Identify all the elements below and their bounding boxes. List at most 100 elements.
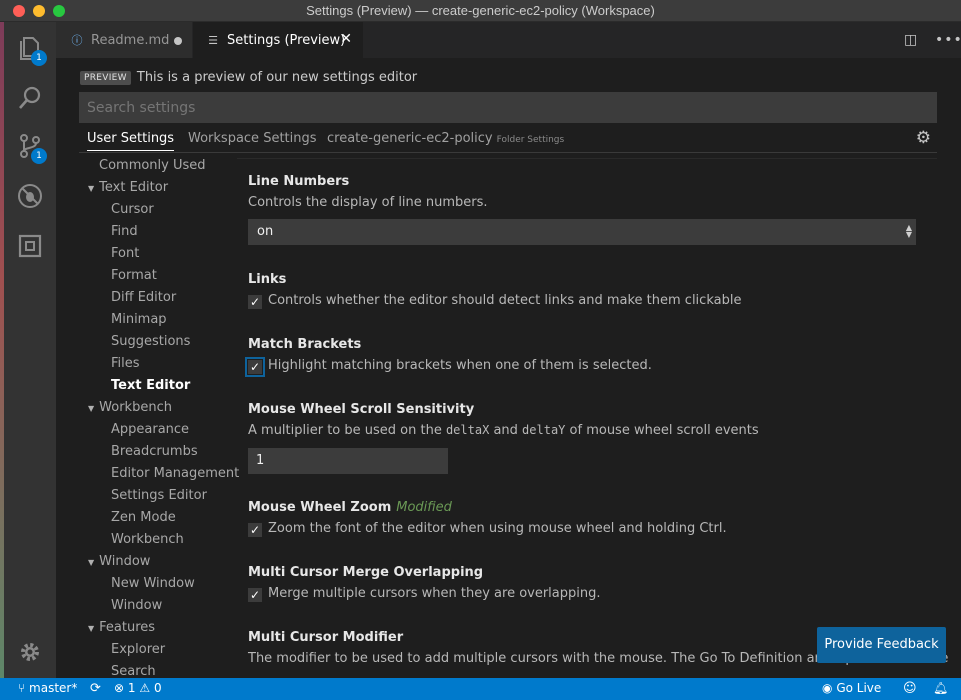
setting-description: Highlight matching brackets when one of … — [268, 358, 652, 373]
debug-button[interactable] — [4, 172, 56, 220]
tab-readme[interactable]: ⓘ Readme.md — [56, 22, 192, 58]
explorer-button[interactable]: 1 — [4, 24, 56, 72]
title-bar: Settings (Preview) — create-generic-ec2-… — [0, 0, 961, 22]
setting-title-text: Mouse Wheel Zoom — [248, 500, 392, 515]
preview-tag: PREVIEW — [80, 70, 131, 85]
toc-item[interactable]: Explorer — [111, 642, 165, 657]
toc-item[interactable]: Commonly Used — [99, 158, 206, 173]
folder-hint: Folder Settings — [496, 135, 565, 145]
settings-scope-tabs: User Settings Workspace Settings create-… — [79, 126, 937, 153]
close-icon[interactable]: ✕ — [340, 31, 352, 47]
source-control-badge: 1 — [31, 148, 47, 164]
toc-item[interactable]: Search — [111, 664, 156, 678]
toc-item[interactable]: ▼ Features — [88, 620, 155, 635]
setting-title: Mouse Wheel Scroll Sensitivity — [248, 402, 475, 417]
tab-folder-settings[interactable]: create-generic-ec2-policy Folder Settings — [327, 131, 564, 146]
setting-title: Multi Cursor Modifier — [248, 630, 404, 645]
toc-item[interactable]: ▼ Workbench — [88, 400, 172, 415]
toc-item[interactable]: Breadcrumbs — [111, 444, 198, 459]
toc-item[interactable]: Minimap — [111, 312, 167, 327]
toc-item-label: Commonly Used — [99, 158, 206, 173]
folder-name: create-generic-ec2-policy — [327, 131, 493, 146]
toc-item-label: Format — [111, 268, 157, 283]
settings-gear-icon[interactable]: ⚙ — [916, 128, 931, 148]
toc-item[interactable]: Diff Editor — [111, 290, 176, 305]
toc-item[interactable]: Font — [111, 246, 139, 261]
toc-item-label: New Window — [111, 576, 195, 591]
match-brackets-checkbox[interactable]: ✓ — [245, 357, 265, 377]
setting-title: Mouse Wheel Zoom Modified — [248, 500, 452, 515]
desc-part: and — [489, 423, 523, 438]
unsaved-dot-icon[interactable] — [174, 37, 182, 45]
setting-title: Line Numbers — [248, 174, 350, 189]
setting-checkbox-row: ✓ Controls whether the editor should dete… — [248, 293, 741, 309]
explorer-badge: 1 — [31, 50, 47, 66]
toc-item[interactable]: Text Editor — [111, 378, 190, 393]
toc-item[interactable]: Find — [111, 224, 138, 239]
chevron-down-icon: ▼ — [88, 558, 95, 567]
cursor-merge-checkbox[interactable]: ✓ — [248, 588, 262, 602]
extensions-icon — [18, 234, 42, 258]
broadcast-icon: ◉ — [822, 681, 833, 695]
setting-checkbox-row: ✓ Merge multiple cursors when they are ov… — [248, 586, 601, 602]
scroll-sensitivity-input[interactable]: 1 — [248, 448, 448, 474]
list-icon: ☰ — [208, 33, 218, 47]
setting-checkbox-row: ✓ Highlight matching brackets when one of… — [245, 357, 652, 377]
toc-item[interactable]: Workbench — [111, 532, 184, 547]
branch-status[interactable]: ⑂ master* — [18, 681, 77, 695]
toc-item[interactable]: Settings Editor — [111, 488, 207, 503]
toc-item[interactable]: Suggestions — [111, 334, 190, 349]
status-bar: ⑂ master* ⟳ ⊗ 1 ⚠ 0 ◉ Go Live ☺ 🔔︎ — [0, 678, 961, 700]
toc-item[interactable]: Cursor — [111, 202, 154, 217]
toc-item-label: Window — [99, 554, 151, 569]
setting-description: Merge multiple cursors when they are ove… — [268, 586, 601, 601]
settings-search-input[interactable] — [79, 92, 937, 123]
gear-icon — [21, 643, 39, 661]
toc-item-label: Workbench — [99, 400, 172, 415]
toc-item-label: Features — [99, 620, 156, 635]
toc-item[interactable]: Files — [111, 356, 140, 371]
manage-button[interactable] — [4, 628, 56, 676]
source-control-button[interactable]: 1 — [4, 122, 56, 170]
setting-title: Links — [248, 272, 287, 287]
modified-indicator: Modified — [396, 500, 452, 515]
sync-icon[interactable]: ⟳ — [90, 681, 101, 696]
search-icon — [19, 86, 41, 109]
search-view-button[interactable] — [4, 74, 56, 122]
toc-item-label: Window — [111, 598, 163, 613]
tab-workspace-settings[interactable]: Workspace Settings — [188, 131, 317, 146]
toc-item-label: Workbench — [111, 532, 184, 547]
chevron-down-icon: ▼ — [88, 624, 95, 633]
toc-item[interactable]: New Window — [111, 576, 195, 591]
problems-status[interactable]: ⊗ 1 ⚠ 0 — [114, 681, 162, 695]
feedback-smiley-icon[interactable]: ☺ — [903, 681, 917, 696]
go-live-button[interactable]: ◉ Go Live — [822, 681, 881, 695]
toc-item-label: Explorer — [111, 642, 166, 657]
links-checkbox[interactable]: ✓ — [248, 295, 262, 309]
toc-item[interactable]: Zen Mode — [111, 510, 176, 525]
setting-title: Multi Cursor Merge Overlapping — [248, 565, 484, 580]
more-actions-icon[interactable]: ••• — [935, 32, 961, 48]
line-numbers-select[interactable]: on ▲ ▼ — [248, 219, 916, 245]
toc-item-label: Suggestions — [111, 334, 191, 349]
select-value: on — [257, 224, 274, 239]
git-branch-icon: ⑂ — [18, 681, 26, 695]
toc-item-label: Breadcrumbs — [111, 444, 198, 459]
tab-label: Readme.md — [91, 32, 170, 48]
toc-item[interactable]: Format — [111, 268, 157, 283]
tab-settings-preview[interactable]: ☰ Settings (Preview) ✕ — [193, 22, 363, 58]
toc-item[interactable]: Appearance — [111, 422, 189, 437]
desc-part: of mouse wheel scroll events — [565, 423, 759, 438]
toc-item[interactable]: Window — [111, 598, 162, 613]
tab-user-settings[interactable]: User Settings — [87, 131, 175, 151]
provide-feedback-button[interactable]: Provide Feedback — [817, 627, 946, 663]
wheel-zoom-checkbox[interactable]: ✓ — [248, 523, 262, 537]
toc-item[interactable]: Editor Management — [111, 466, 239, 481]
info-icon: ⓘ — [71, 34, 83, 47]
toc-item[interactable]: ▼ Text Editor — [88, 180, 168, 195]
toc-item[interactable]: ▼ Window — [88, 554, 150, 569]
notifications-bell-icon[interactable]: 🔔︎ — [933, 681, 948, 695]
setting-title: Match Brackets — [248, 337, 362, 352]
split-editor-icon[interactable]: ◫ — [904, 32, 917, 48]
extensions-button[interactable] — [4, 222, 56, 270]
